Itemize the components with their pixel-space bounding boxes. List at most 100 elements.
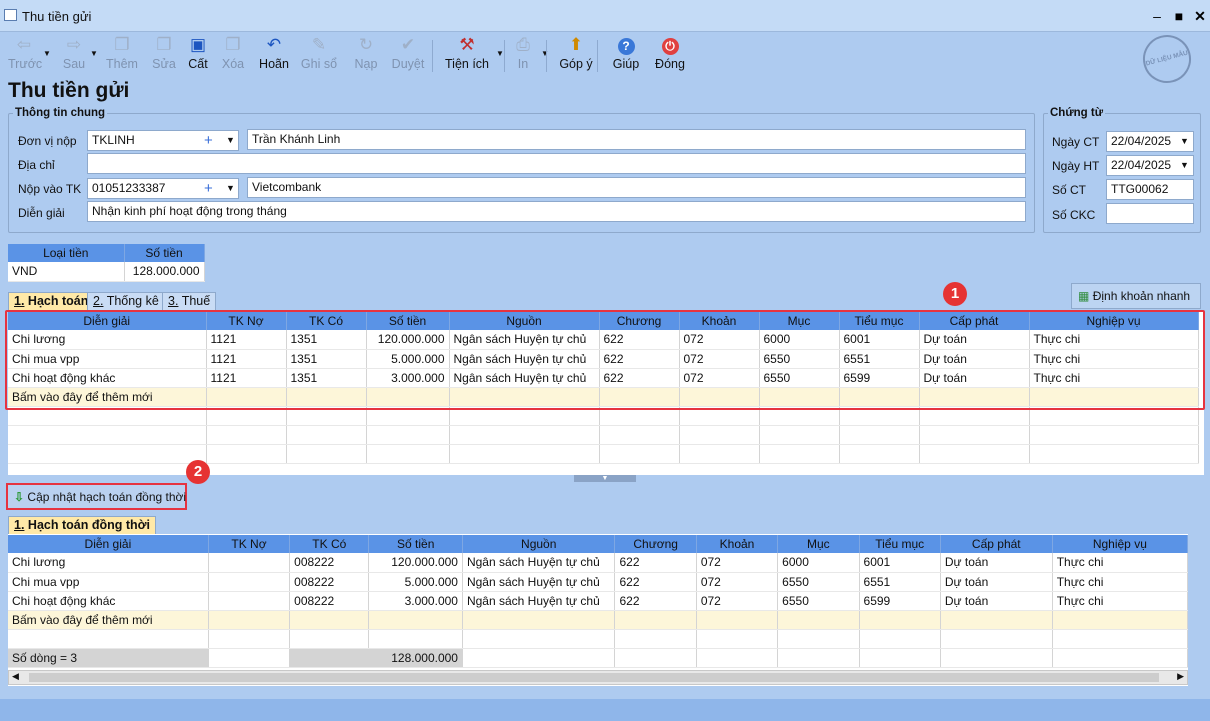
table-cell[interactable]: 5.000.000: [368, 572, 463, 592]
table-cell[interactable]: [679, 425, 760, 445]
empty-row[interactable]: [8, 629, 1189, 649]
table-cell[interactable]: [839, 425, 920, 445]
table-cell[interactable]: [289, 629, 370, 649]
table-cell[interactable]: 6000: [777, 553, 860, 573]
table-cell[interactable]: 072: [696, 553, 779, 573]
table-cell[interactable]: [940, 629, 1053, 649]
nạp-button[interactable]: ↻ Nạp: [351, 34, 381, 76]
so-ckc-input[interactable]: [1106, 203, 1194, 224]
table-cell[interactable]: [777, 629, 860, 649]
table-cell[interactable]: [208, 591, 291, 611]
chevron-down-icon[interactable]: ▼: [1180, 156, 1189, 175]
table-cell[interactable]: 6551: [859, 572, 941, 592]
account-input[interactable]: 01051233387: [87, 178, 239, 199]
scrollbar-thumb[interactable]: [29, 673, 1159, 682]
table-cell[interactable]: Dự toán: [940, 553, 1053, 573]
tab-hach-toan[interactable]: 1. Hạch toán: [8, 292, 95, 311]
table-cell[interactable]: 072: [696, 591, 779, 611]
table-cell[interactable]: [759, 425, 840, 445]
chevron-down-icon[interactable]: ▼: [1180, 132, 1189, 151]
table-cell[interactable]: [614, 610, 697, 630]
table-cell[interactable]: [449, 425, 600, 445]
table-cell[interactable]: [696, 610, 779, 630]
table-cell[interactable]: [8, 629, 209, 649]
column-header[interactable]: TK Có: [289, 535, 370, 553]
currency-type-cell[interactable]: VND: [8, 262, 125, 282]
table-cell[interactable]: [286, 425, 367, 445]
add-payer-icon[interactable]: +: [204, 131, 213, 150]
table-cell[interactable]: [208, 629, 291, 649]
table-cell[interactable]: [1052, 610, 1189, 630]
table-cell[interactable]: 008222: [289, 553, 370, 573]
update-concurrent-button[interactable]: ⇩ Cập nhật hạch toán đồng thời: [6, 483, 187, 510]
address-input[interactable]: [87, 153, 1026, 174]
so-ct-input[interactable]: TTG00062: [1106, 179, 1194, 200]
column-header[interactable]: Mục: [777, 535, 860, 553]
table-cell[interactable]: [289, 610, 370, 630]
table-cell[interactable]: [679, 444, 760, 464]
table-cell[interactable]: [208, 553, 291, 573]
bank-input[interactable]: Vietcombank: [247, 177, 1026, 198]
table-cell[interactable]: [8, 444, 207, 464]
description-input[interactable]: Nhận kinh phí hoạt động trong tháng: [87, 201, 1026, 222]
column-header[interactable]: Nghiệp vụ: [1052, 535, 1189, 553]
scroll-right-icon[interactable]: ▶: [1177, 671, 1184, 682]
hoãn-button[interactable]: ↶ Hoãn: [258, 34, 290, 76]
cất-button[interactable]: ▣ Cất: [186, 34, 210, 76]
thêm-button[interactable]: ❐ Thêm: [105, 34, 139, 76]
góp-ý-button[interactable]: ⬆ Góp ý: [559, 34, 593, 76]
table-cell[interactable]: 008222: [289, 591, 370, 611]
column-header[interactable]: Khoản: [696, 535, 779, 553]
table-cell[interactable]: Dự toán: [940, 572, 1053, 592]
sau-button[interactable]: ⇨ Sau: [58, 34, 90, 76]
sửa-button[interactable]: ❐ Sửa: [150, 34, 178, 76]
table-cell[interactable]: [449, 444, 600, 464]
table-cell[interactable]: Chi mua vpp: [8, 572, 209, 592]
ghi-sổ-button[interactable]: ✎ Ghi sổ: [300, 34, 338, 76]
table-cell[interactable]: [614, 629, 697, 649]
empty-row[interactable]: [8, 425, 1199, 445]
table-cell[interactable]: 008222: [289, 572, 370, 592]
table-cell[interactable]: Thực chi: [1052, 572, 1189, 592]
table-cell[interactable]: [286, 444, 367, 464]
table-cell[interactable]: 6550: [777, 572, 860, 592]
add-row-hint[interactable]: Bấm vào đây để thêm mới: [8, 610, 209, 630]
tiện-ích-button[interactable]: ⚒ Tiện ích: [445, 34, 489, 76]
table-cell[interactable]: [1052, 629, 1189, 649]
dropdown-arrow-icon[interactable]: ▼: [541, 49, 549, 58]
tab-thong-ke[interactable]: 2. Thống kê: [87, 292, 165, 311]
table-cell[interactable]: [208, 572, 291, 592]
table-cell[interactable]: 622: [614, 553, 697, 573]
table-cell[interactable]: [777, 610, 860, 630]
splitter-handle[interactable]: ▼: [574, 475, 636, 482]
table-cell[interactable]: 072: [696, 572, 779, 592]
table-cell[interactable]: Ngân sách Huyện tự chủ: [462, 572, 616, 592]
table-cell[interactable]: [462, 629, 616, 649]
table-cell[interactable]: [940, 610, 1053, 630]
table-cell[interactable]: 120.000.000: [368, 553, 463, 573]
giúp-button[interactable]: ? Giúp: [612, 34, 640, 76]
table-cell[interactable]: [206, 425, 287, 445]
đóng-button[interactable]: ⏻ Đóng: [653, 34, 687, 76]
table-cell[interactable]: [368, 610, 463, 630]
chevron-down-icon[interactable]: ▼: [226, 131, 235, 150]
add-account-icon[interactable]: +: [204, 179, 213, 198]
dropdown-arrow-icon[interactable]: ▼: [496, 49, 504, 58]
close-button[interactable]: ✕: [1189, 6, 1210, 26]
table-cell[interactable]: Chi hoạt động khác: [8, 591, 209, 611]
column-header[interactable]: Cấp phát: [940, 535, 1053, 553]
table-cell[interactable]: 6550: [777, 591, 860, 611]
dropdown-arrow-icon[interactable]: ▼: [43, 49, 51, 58]
trước-button[interactable]: ⇦ Trước: [8, 34, 42, 76]
quick-entry-button[interactable]: ▦ Định khoản nhanh: [1071, 283, 1201, 309]
chevron-down-icon[interactable]: ▼: [226, 179, 235, 198]
table-row[interactable]: Chi hoạt động khác 008222 3.000.000 Ngân sá…: [8, 591, 1189, 611]
column-header[interactable]: Nguồn: [462, 535, 616, 553]
dropdown-arrow-icon[interactable]: ▼: [90, 49, 98, 58]
table-cell[interactable]: [1029, 425, 1199, 445]
table-cell[interactable]: Thực chi: [1052, 553, 1189, 573]
table-cell[interactable]: [839, 444, 920, 464]
table-cell[interactable]: Chi lương: [8, 553, 209, 573]
table-cell[interactable]: Ngân sách Huyện tự chủ: [462, 591, 616, 611]
table-cell[interactable]: [759, 444, 840, 464]
